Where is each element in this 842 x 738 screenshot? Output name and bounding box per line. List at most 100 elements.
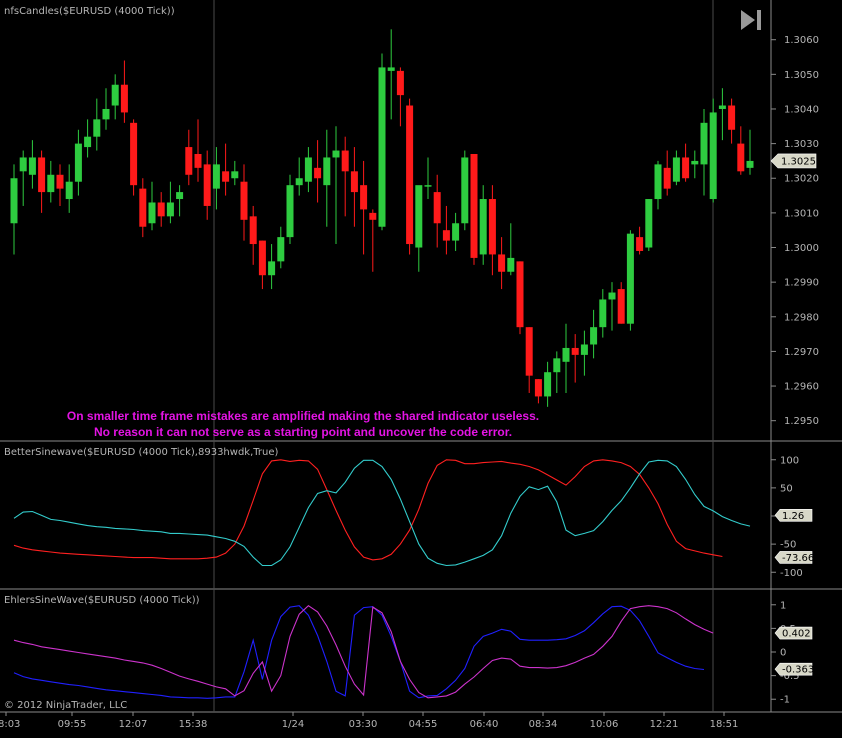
candle-body (277, 237, 285, 262)
candle-body (130, 122, 138, 186)
time-tick-label: 04:55 (409, 719, 438, 730)
candle-body (580, 344, 588, 355)
candle-body (406, 105, 414, 245)
time-tick-label: 08:34 (529, 719, 558, 730)
annotation-line-1: On smaller time frame mistakes are ampli… (67, 409, 539, 423)
candle-body (84, 136, 92, 148)
candle-body (590, 327, 598, 345)
candle-body (645, 199, 653, 248)
candle-body (120, 84, 128, 113)
time-tick-label: 12:21 (650, 719, 679, 730)
price-tick-label: 1.2960 (784, 382, 819, 393)
candle-body (304, 157, 312, 182)
price-tick-label: 1.3060 (784, 35, 819, 46)
candle-body (295, 178, 303, 186)
candle-body (636, 237, 644, 251)
candle-body (231, 171, 239, 179)
candle-body (442, 230, 450, 241)
sine-value-label: -73.66 (782, 553, 814, 564)
time-tick-label: 03:30 (349, 719, 378, 730)
price-tick-label: 1.3010 (784, 208, 819, 219)
chart-canvas: 1.3060 1.3050 1.3040 1.3030 1.3020 1.3010 1.30… (0, 0, 842, 738)
candle-body (663, 167, 671, 189)
candle-body (728, 105, 736, 130)
candle-body (571, 347, 579, 355)
copyright-label: © 2012 NinjaTrader, LLC (4, 700, 127, 711)
candle-body (166, 202, 174, 217)
indicator-title: BetterSinewave($EURUSD (4000 Tick),8933h… (4, 447, 279, 458)
candle-body (626, 233, 634, 324)
candle-body (654, 164, 662, 200)
candle-body (617, 289, 625, 324)
candle-body (415, 185, 423, 248)
time-tick-label: 1/24 (282, 719, 304, 730)
candle-body (258, 240, 266, 276)
candle-body (249, 216, 257, 245)
candle-body (378, 67, 386, 227)
candle-body (498, 254, 506, 272)
candle-body (682, 157, 690, 179)
candle-body (461, 157, 469, 224)
candle-body (525, 327, 533, 376)
time-tick-label: 06:40 (470, 719, 499, 730)
candle-body (424, 185, 432, 187)
candle-body (28, 157, 36, 175)
candle-body (65, 181, 73, 200)
indicator-title: EhlersSineWave($EURUSD (4000 Tick)) (4, 595, 200, 606)
candle-body (194, 154, 202, 168)
price-tick-label: 1.3030 (784, 139, 819, 150)
candle-body (19, 157, 27, 172)
candle-body (157, 202, 165, 217)
candle-body (672, 157, 680, 182)
candle-body (212, 164, 220, 189)
candle-body (102, 108, 110, 120)
candle-body (10, 178, 18, 224)
time-tick-label: 18:51 (710, 719, 739, 730)
candle-body (268, 261, 276, 276)
candle-body (47, 174, 55, 193)
candle-body (691, 160, 699, 165)
price-tick-label: 1.2980 (784, 312, 819, 323)
candle-body (396, 70, 404, 96)
candle-body (38, 157, 46, 193)
candle-body (599, 299, 607, 328)
candle-body (488, 199, 496, 255)
price-tick-label: 1.3020 (784, 174, 819, 185)
candle-body (507, 257, 515, 272)
time-tick-label: 12:07 (119, 719, 148, 730)
time-tick-label: 10:06 (590, 719, 619, 730)
candle-body (746, 160, 754, 168)
indicator-tick-label: 1 (780, 600, 786, 611)
indicator-tick-label: -100 (780, 568, 803, 579)
candle-body (332, 150, 340, 158)
price-tick-label: 1.2950 (784, 416, 819, 427)
candle-body (203, 164, 211, 206)
candle-body (360, 185, 368, 210)
candle-body (93, 119, 101, 137)
price-tick-label: 1.3050 (784, 70, 819, 81)
candle-body (516, 261, 524, 328)
candle-body (700, 122, 708, 165)
candle-body (479, 199, 487, 255)
candle-body (314, 167, 322, 179)
candle-body (470, 154, 478, 258)
price-tick-label: 1.3000 (784, 243, 819, 254)
candle-body (553, 358, 561, 373)
candle-body (240, 181, 248, 220)
lead-value-label: 1.26 (782, 511, 804, 522)
candle-body (74, 143, 82, 182)
candle-body (534, 379, 542, 397)
candle-body (350, 171, 358, 193)
candle-body (737, 143, 745, 172)
indicator-tick-label: -1 (780, 695, 790, 706)
price-tick-label: 1.2990 (784, 278, 819, 289)
candle-body (56, 174, 64, 189)
candle-body (433, 192, 441, 224)
candle-body (562, 347, 570, 362)
candle-body (286, 185, 294, 238)
indicator-tick-label: 50 (780, 483, 793, 494)
candle-body (608, 292, 616, 300)
price-panel-title: nfsCandles($EURUSD (4000 Tick)) (4, 6, 175, 17)
indicator-tick-label: -50 (780, 540, 796, 551)
candle-body (718, 105, 726, 109)
